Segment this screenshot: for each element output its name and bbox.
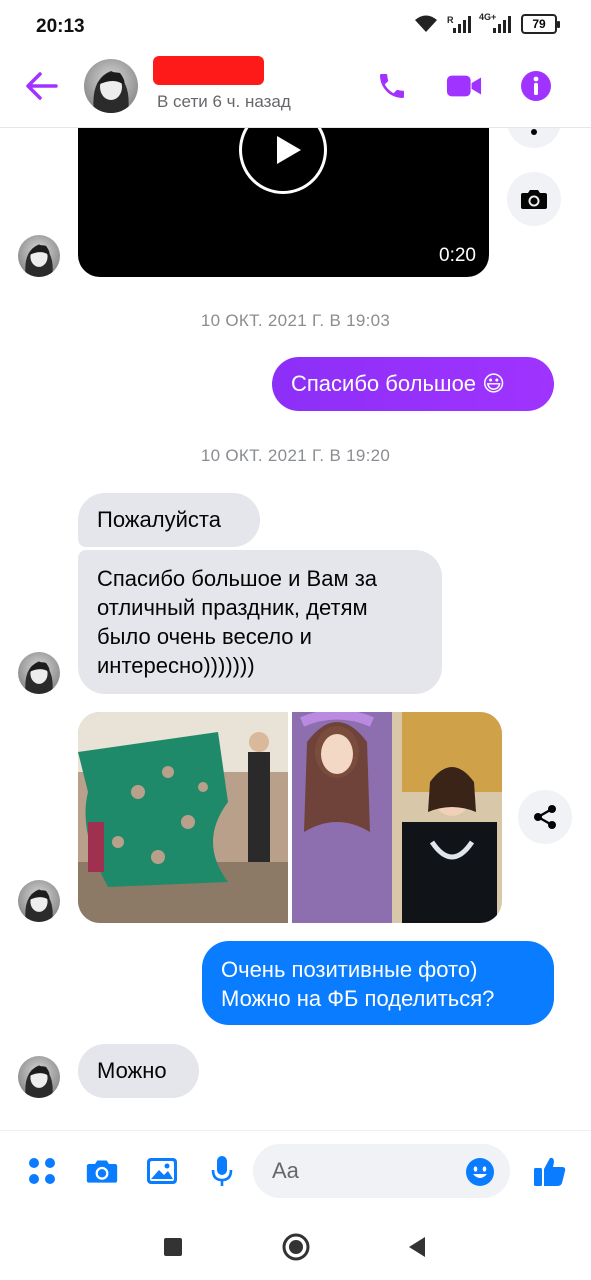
nav-home-icon [282, 1233, 310, 1261]
message-line: интересно))))))) [97, 653, 255, 678]
incoming-message[interactable]: Спасибо большое и Вам за отличный праздн… [78, 550, 442, 694]
sender-avatar[interactable] [18, 235, 60, 277]
redacted-contact-name [153, 56, 264, 85]
video-message[interactable]: 0:20 [78, 128, 489, 277]
photo-2[interactable] [291, 712, 502, 923]
message-text: Спасибо большое [291, 371, 477, 396]
grinning-emoji: 😃 [482, 371, 506, 396]
home-button[interactable] [279, 1230, 313, 1264]
status-icons: R 4G+ 79 [413, 12, 560, 34]
incoming-message[interactable]: Пожалуйста [78, 493, 260, 547]
share-icon [534, 805, 556, 829]
back-button[interactable] [22, 68, 62, 104]
share-button[interactable] [518, 790, 572, 844]
message-text: Можно [97, 1058, 167, 1083]
incoming-message[interactable]: Можно [78, 1044, 199, 1098]
svg-text:R: R [447, 15, 454, 25]
signal-icon: R [447, 15, 471, 33]
photo-1[interactable] [78, 712, 289, 923]
like-button[interactable] [530, 1151, 570, 1191]
timestamp: 10 ОКТ. 2021 Г. В 19:03 [200, 311, 391, 330]
sender-avatar[interactable] [18, 880, 60, 922]
more-icon [531, 129, 537, 135]
battery-level: 79 [532, 17, 546, 31]
video-call-icon [446, 75, 482, 97]
camera-action-button[interactable] [507, 172, 561, 226]
message-line: Спасибо большое и Вам за [97, 566, 378, 591]
back-arrow-icon [26, 72, 58, 100]
emoji-icon [466, 1158, 494, 1186]
phone-icon [380, 74, 404, 98]
timestamp: 10 ОКТ. 2021 Г. В 19:20 [200, 446, 391, 465]
voice-call-button[interactable] [374, 68, 410, 104]
recents-button[interactable] [156, 1230, 190, 1264]
status-bar: 20:13 R 4G+ 79 [0, 0, 591, 54]
message-line: было очень весело и [97, 624, 312, 649]
apps-grid-icon [29, 1158, 55, 1184]
photo-attachments[interactable] [78, 712, 502, 923]
nav-recents-icon [164, 1238, 182, 1256]
outgoing-message[interactable]: Спасибо большое 😃 [272, 357, 554, 411]
contact-avatar[interactable] [84, 59, 138, 113]
video-call-button[interactable] [446, 68, 482, 104]
camera-button[interactable] [82, 1151, 122, 1191]
outgoing-message[interactable]: Очень позитивные фото) Можно на ФБ подел… [202, 941, 554, 1025]
message-line: отличный праздник, детям [97, 595, 368, 620]
message-list[interactable]: 0:20 10 ОКТ. 2021 Г. В 19:03 Спасибо бол… [0, 128, 591, 1130]
video-duration: 0:20 [439, 245, 476, 266]
back-nav-button[interactable] [400, 1230, 434, 1264]
message-line: Очень позитивные фото) [221, 957, 478, 982]
chat-header: В сети 6 ч. назад [0, 54, 591, 128]
camera-icon [521, 190, 547, 209]
play-icon[interactable] [239, 128, 327, 194]
sender-avatar[interactable] [18, 1056, 60, 1098]
message-composer [0, 1130, 591, 1210]
system-navigation-bar [0, 1210, 591, 1280]
info-icon [521, 71, 551, 101]
message-line: Можно на ФБ поделиться? [221, 986, 495, 1011]
microphone-icon [211, 1156, 233, 1186]
voice-message-button[interactable] [202, 1151, 242, 1191]
presence-status: В сети 6 ч. назад [157, 92, 291, 111]
camera-icon [86, 1160, 118, 1183]
emoji-button[interactable] [465, 1157, 495, 1187]
status-time: 20:13 [36, 16, 85, 37]
nav-back-icon [409, 1237, 425, 1257]
more-button[interactable] [507, 128, 561, 148]
message-text: Пожалуйста [97, 507, 221, 532]
battery-icon: 79 [521, 14, 560, 34]
gallery-button[interactable] [142, 1151, 182, 1191]
thumbs-up-icon [534, 1157, 566, 1186]
wifi-icon [415, 15, 437, 32]
apps-button[interactable] [22, 1151, 62, 1191]
sender-avatar[interactable] [18, 652, 60, 694]
info-button[interactable] [518, 68, 554, 104]
signal-4g-icon: 4G+ [479, 12, 513, 34]
gallery-icon [147, 1158, 177, 1184]
